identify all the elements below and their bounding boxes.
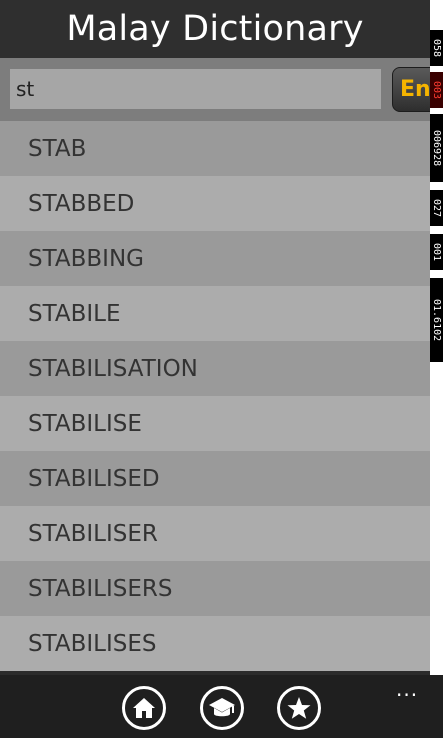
stamp-segment: 058 [430, 30, 443, 66]
list-item[interactable]: STABILISATION [0, 341, 430, 396]
list-item[interactable]: STABILISERS [0, 561, 430, 616]
list-item[interactable]: STABILISES [0, 616, 430, 671]
search-bar: En [0, 58, 436, 121]
word-list: STAB STABBED STABBING STABILE STABILISAT… [0, 121, 430, 671]
app-title: Malay Dictionary [0, 0, 430, 58]
home-button[interactable] [122, 686, 166, 730]
list-item[interactable]: STABILISED [0, 451, 430, 506]
star-icon [287, 697, 311, 719]
stamp-segment: 003 [430, 72, 443, 108]
app-bar: ... [0, 675, 443, 738]
graduation-cap-icon [209, 698, 235, 717]
learn-button[interactable] [200, 686, 244, 730]
stamp-segment: 001 [430, 234, 443, 270]
list-item[interactable]: STAB [0, 121, 430, 176]
list-item[interactable]: STABILISE [0, 396, 430, 451]
list-item[interactable]: STABILE [0, 286, 430, 341]
list-item[interactable]: STABBED [0, 176, 430, 231]
favorites-button[interactable] [277, 686, 321, 730]
stamp-segment: 027 [430, 190, 443, 226]
more-options-button[interactable]: ... [396, 677, 418, 701]
side-stamp: 058 003 006928 027 001 01.6102 [430, 0, 443, 675]
stamp-segment: 006928 [430, 114, 443, 182]
list-item[interactable]: STABBING [0, 231, 430, 286]
list-item[interactable]: STABILISER [0, 506, 430, 561]
stamp-segment: 01.6102 [430, 278, 443, 362]
home-icon [133, 698, 155, 718]
search-input[interactable] [10, 69, 381, 109]
